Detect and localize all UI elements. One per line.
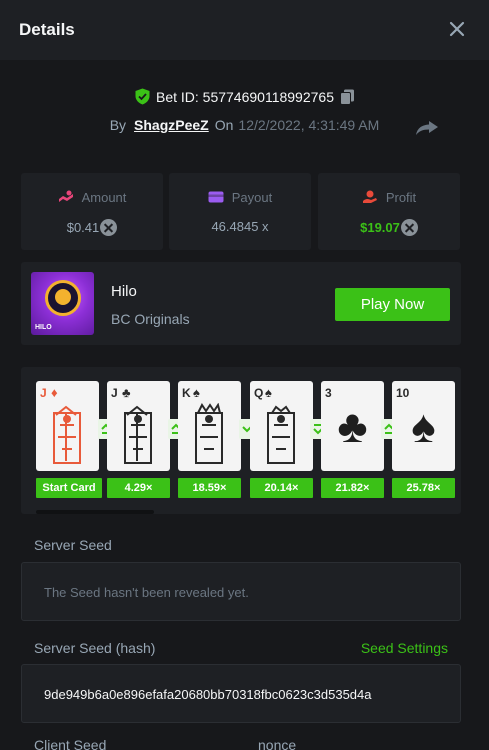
card-rank: J [111, 386, 118, 400]
horizontal-scrollbar[interactable] [36, 510, 154, 514]
card-rank: 10 [396, 386, 410, 400]
server-seed-value: The Seed hasn't been revealed yet. [44, 585, 249, 600]
card-rank: Q [254, 386, 264, 400]
bet-date: 12/2/2022, 4:31:49 AM [238, 117, 380, 133]
stat-payout: Payout 46.4845 x [169, 173, 311, 250]
king-figure-icon [195, 403, 223, 464]
client-seed-label: Client Seed [34, 737, 107, 750]
playing-card: 10 ♠ [392, 381, 455, 471]
game-thumbnail[interactable]: HILO [31, 272, 94, 335]
shield-check-icon [135, 88, 150, 105]
playing-card: K ♠ [178, 381, 241, 471]
stat-value: $0.41 [66, 220, 100, 235]
profit-icon [362, 190, 377, 203]
card-rank: K [182, 386, 191, 400]
playing-card: 3 ♣ [321, 381, 384, 471]
queen-figure-icon [267, 405, 295, 464]
username-link[interactable]: ShagzPeeZ [134, 117, 209, 133]
playing-card: J ♦ [36, 381, 99, 471]
on-label: On [214, 117, 234, 133]
seed-settings-link[interactable]: Seed Settings [361, 640, 448, 656]
close-icon[interactable] [447, 19, 467, 39]
modal-title: Details [19, 20, 75, 39]
server-hash-label: Server Seed (hash) [34, 640, 156, 656]
copy-icon[interactable] [340, 89, 355, 105]
jack-figure-icon [53, 405, 81, 464]
thumbnail-label: HILO [35, 324, 52, 331]
cards-strip[interactable]: J ♦ Start Card J ♣ 4.29× K ♠ 18.59× Q ♠ … [21, 367, 461, 514]
game-card: HILO Hilo BC Originals Play Now [21, 262, 461, 345]
stat-value: 46.4845 x [211, 219, 269, 234]
club-suit-icon: ♣ [337, 400, 368, 452]
game-name: Hilo [111, 283, 137, 300]
stat-amount: Amount $0.41 [21, 173, 163, 250]
card-suit: ♠ [265, 385, 272, 400]
card-rank: 3 [325, 386, 332, 400]
wallet-icon [208, 191, 224, 203]
card-suit: ♦ [51, 385, 58, 400]
by-label: By [109, 117, 127, 133]
bet-id: Bet ID: 55774690118992765 [155, 89, 334, 105]
modal-header: Details [0, 0, 489, 60]
coin-icon [100, 219, 118, 236]
card-suit: ♣ [122, 385, 131, 400]
playing-card: Q ♠ [250, 381, 313, 471]
amount-icon [58, 190, 73, 202]
multiplier-badge: 25.78× [392, 478, 455, 498]
server-seed-box: The Seed hasn't been revealed yet. [21, 562, 461, 621]
stat-label: Amount [81, 190, 127, 205]
stat-label: Payout [231, 190, 273, 205]
spade-suit-icon: ♠ [411, 400, 436, 452]
bet-id-row: Bet ID: 55774690118992765 [0, 88, 489, 105]
server-seed-label: Server Seed [34, 537, 112, 553]
jack-figure-icon [124, 405, 152, 464]
card-suit: ♠ [193, 385, 200, 400]
multiplier-badge: 4.29× [107, 478, 170, 498]
multiplier-badge: 21.82× [321, 478, 384, 498]
stat-profit: Profit $19.07 [318, 173, 460, 250]
playing-card: J ♣ [107, 381, 170, 471]
stat-value: $19.07 [360, 220, 400, 235]
start-card-label: Start Card [36, 478, 102, 498]
card-rank: J [40, 386, 47, 400]
server-hash-box[interactable]: 9de949b6a0e896efafa20680bb70318fbc0623c3… [21, 664, 461, 723]
multiplier-badge: 18.59× [178, 478, 241, 498]
nonce-label: nonce [258, 737, 297, 750]
stat-label: Profit [385, 190, 417, 205]
multiplier-badge: 20.14× [250, 478, 313, 498]
server-hash-value[interactable]: 9de949b6a0e896efafa20680bb70318fbc0623c3… [44, 687, 444, 702]
play-now-button[interactable]: Play Now [335, 288, 450, 321]
coin-icon [400, 219, 418, 236]
game-provider: BC Originals [111, 311, 190, 327]
bet-author-row: By ShagzPeeZ On 12/2/2022, 4:31:49 AM [0, 117, 489, 133]
